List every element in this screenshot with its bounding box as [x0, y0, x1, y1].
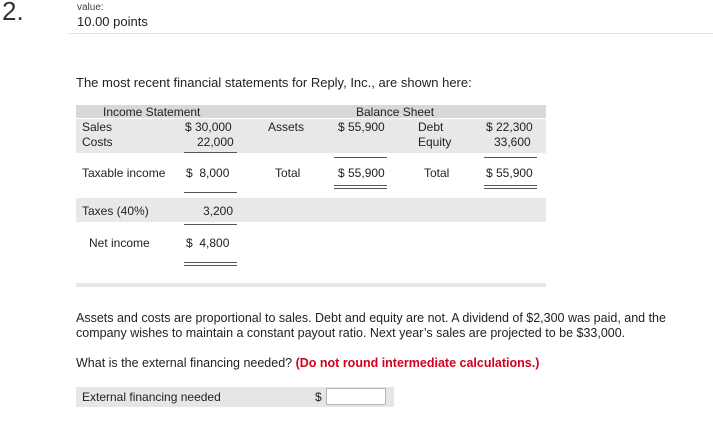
net-income-value: $ 4,800 — [186, 236, 230, 250]
income-statement-title: Income Statement — [103, 105, 201, 119]
total-assets-label: Total — [275, 166, 301, 180]
costs-label: Costs — [82, 135, 113, 149]
question-prompt: What is the external financing needed? (… — [76, 356, 539, 370]
assets-label: Assets — [268, 120, 305, 134]
taxes-label: Taxes (40%) — [82, 204, 149, 218]
external-financing-label: External financing needed — [82, 390, 221, 404]
total-liabilities-label: Total — [424, 166, 450, 180]
taxable-income-label: Taxable income — [82, 166, 166, 180]
sales-value: $ 30,000 — [185, 120, 232, 134]
header-divider — [68, 33, 713, 34]
debt-value: $ 22,300 — [486, 120, 533, 134]
assets-value: $ 55,900 — [338, 120, 385, 134]
points-value: 10.00 points — [77, 14, 148, 29]
instruction-text: (Do not round intermediate calculations.… — [295, 356, 540, 370]
equity-underline — [484, 157, 537, 158]
balance-sheet-title: Balance Sheet — [356, 105, 435, 119]
currency-symbol: $ — [315, 390, 322, 404]
problem-text-line-2: company wishes to maintain a constant pa… — [76, 326, 626, 340]
net-income-double-underline — [184, 262, 237, 266]
costs-underline — [184, 152, 237, 153]
total-liabilities-double-underline — [484, 185, 537, 189]
taxable-income-value: $ 8,000 — [186, 166, 230, 180]
debt-label: Debt — [418, 120, 444, 134]
table-bottom-band — [76, 283, 546, 287]
total-assets-double-underline — [334, 185, 387, 189]
problem-text-line-1: Assets and costs are proportional to sal… — [76, 311, 666, 325]
assets-underline — [334, 157, 387, 158]
question-text: What is the external financing needed? — [76, 356, 293, 370]
intro-text: The most recent financial statements for… — [76, 75, 472, 90]
net-income-label: Net income — [89, 236, 150, 250]
value-label: value: — [77, 2, 104, 13]
external-financing-input[interactable] — [326, 388, 386, 405]
equity-label: Equity — [418, 135, 452, 149]
taxable-underline — [184, 192, 237, 193]
row-band-1 — [76, 119, 546, 153]
equity-value: 33,600 — [494, 135, 531, 149]
taxes-underline — [184, 224, 237, 225]
total-liabilities-value: $ 55,900 — [486, 166, 533, 180]
question-number: 2. — [2, 0, 24, 26]
costs-value: 22,000 — [197, 135, 234, 149]
sales-label: Sales — [82, 120, 113, 134]
taxes-value: 3,200 — [203, 204, 234, 218]
total-assets-value: $ 55,900 — [338, 166, 385, 180]
